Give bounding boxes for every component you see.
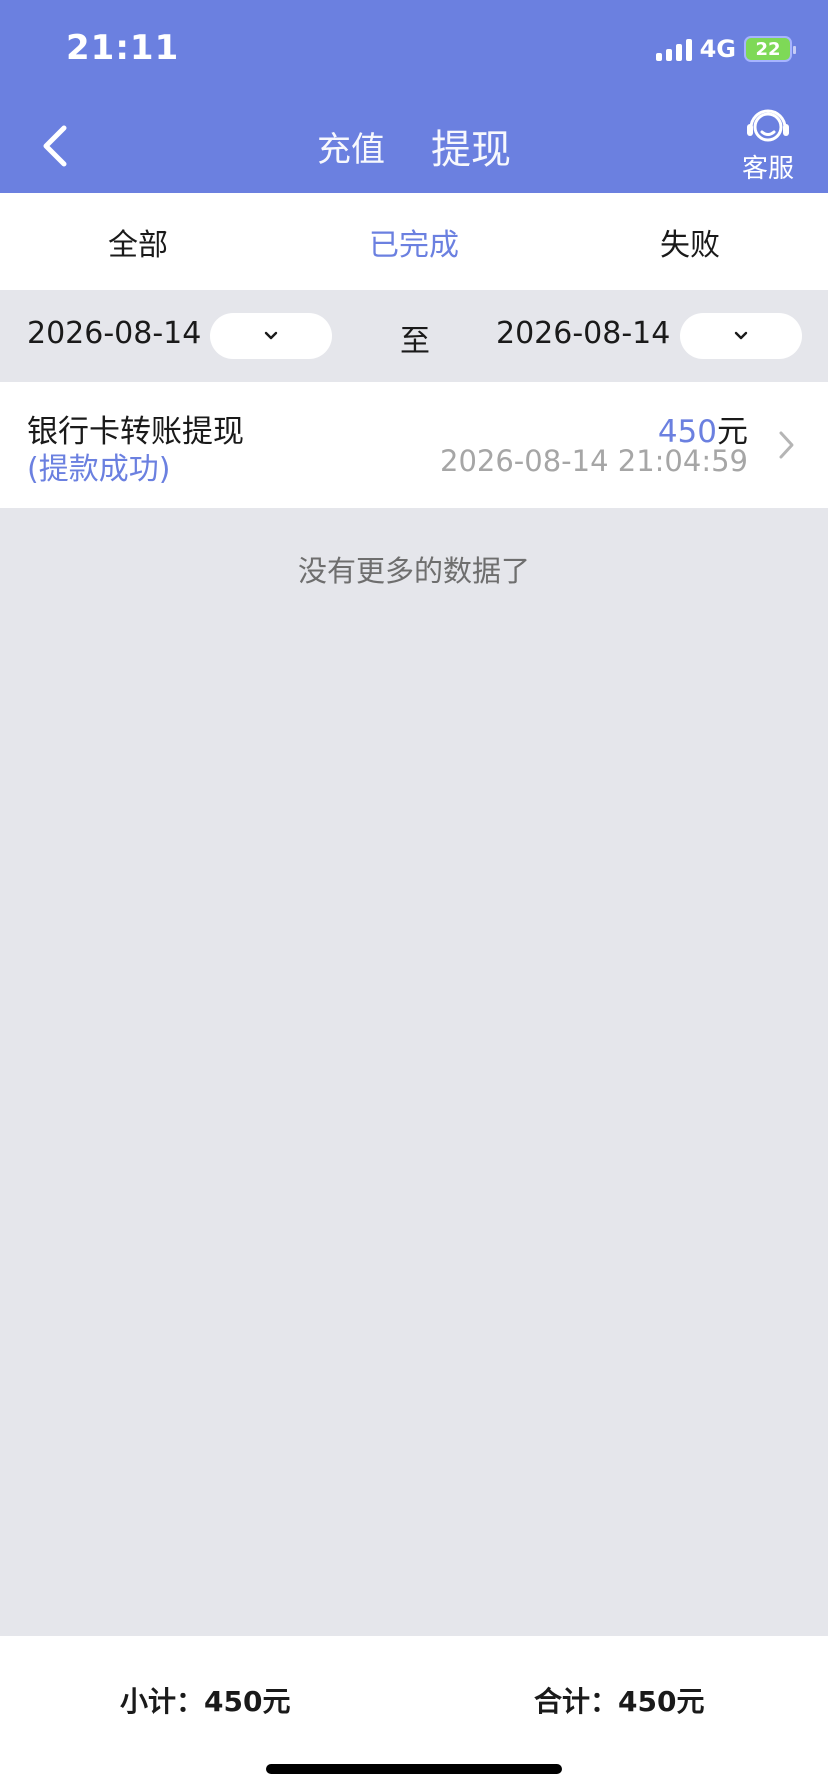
headset-icon xyxy=(747,109,789,142)
header: 21:11 4G 22 充值 提现 客服 xyxy=(0,0,828,193)
total-label: 合计： xyxy=(534,1685,619,1718)
status-time: 21:11 xyxy=(66,28,180,68)
tab-recharge[interactable]: 充值 xyxy=(317,122,385,171)
status-filter-tabs: 全部 已完成 失败 xyxy=(0,193,828,290)
battery-icon: 22 xyxy=(744,36,796,62)
end-date: 2026-08-14 xyxy=(496,316,671,351)
filter-tab-all[interactable]: 全部 xyxy=(0,193,276,290)
status-indicators: 4G 22 xyxy=(655,34,796,64)
start-date: 2026-08-14 xyxy=(27,316,202,351)
chevron-down-icon xyxy=(734,331,748,340)
subtotal-label: 小计： xyxy=(120,1685,205,1718)
subtotal-value: 450 xyxy=(204,1685,263,1718)
transaction-time: 2026-08-14 21:04:59 xyxy=(440,444,748,478)
total-value: 450 xyxy=(618,1685,677,1718)
end-date-dropdown[interactable] xyxy=(680,313,802,359)
customer-service-label: 客服 xyxy=(741,154,794,184)
grand-total: 合计：450元 xyxy=(534,1680,704,1720)
transaction-status: (提款成功) xyxy=(27,452,171,487)
date-separator: 至 xyxy=(400,324,430,359)
date-range-bar: 2026-08-14 至 2026-08-14 xyxy=(0,290,828,382)
battery-level: 22 xyxy=(755,38,781,60)
start-date-dropdown[interactable] xyxy=(210,313,332,359)
filter-tab-completed[interactable]: 已完成 xyxy=(276,193,552,290)
home-indicator xyxy=(266,1764,562,1774)
chevron-down-icon xyxy=(264,331,278,340)
signal-icon xyxy=(655,37,692,61)
subtotal-unit: 元 xyxy=(262,1685,291,1718)
total-unit: 元 xyxy=(676,1685,705,1718)
tab-withdraw[interactable]: 提现 xyxy=(431,117,511,175)
filter-tab-failed[interactable]: 失败 xyxy=(552,193,828,290)
subtotal: 小计：450元 xyxy=(120,1680,290,1720)
no-more-data-text: 没有更多的数据了 xyxy=(297,554,530,588)
header-tabs: 充值 提现 xyxy=(0,118,828,174)
network-type: 4G xyxy=(699,35,736,63)
chevron-right-icon xyxy=(779,431,794,459)
transaction-row[interactable]: 银行卡转账提现 (提款成功) 450元 2026-08-14 21:04:59 xyxy=(0,382,828,508)
customer-service-button[interactable]: 客服 xyxy=(738,106,798,186)
